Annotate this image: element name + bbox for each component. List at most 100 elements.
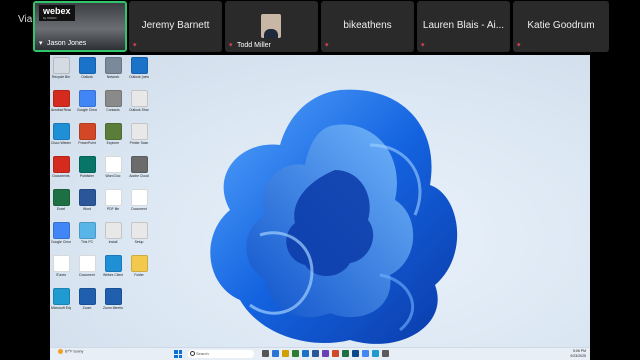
taskbar-app-icon[interactable] [362, 350, 369, 357]
search-icon [190, 351, 195, 356]
desktop-icon[interactable]: Zoom [77, 288, 97, 310]
app-icon [130, 156, 148, 173]
desktop-icon[interactable]: Recycle Bin [51, 57, 71, 79]
app-icon [52, 222, 70, 239]
desktop-icon-label: PDF file [106, 207, 120, 211]
app-icon [104, 255, 122, 272]
clock-date: 9/23/2025 [570, 353, 586, 358]
taskbar-app-icon[interactable] [372, 350, 379, 357]
desktop-icon-label: Cisco Webex [51, 141, 71, 145]
taskbar-search[interactable]: Search [188, 350, 254, 358]
app-icon [130, 123, 148, 140]
app-icon [130, 57, 148, 74]
mic-muted-icon: ▾ [229, 42, 233, 49]
desktop-icon[interactable]: Word Doc [103, 156, 123, 178]
participant-tile-self[interactable]: webex by CISCO ▾ Jason Jones [33, 1, 127, 52]
desktop-icon[interactable]: Install [103, 222, 123, 244]
desktop-icon[interactable]: Outlook Shortcut [129, 90, 149, 112]
app-icon [78, 123, 96, 140]
desktop-icon[interactable]: Outlook [77, 57, 97, 79]
app-icon [52, 255, 70, 272]
taskbar-app-icon[interactable] [342, 350, 349, 357]
mic-muted-icon: ▾ [325, 42, 329, 49]
app-icon [104, 156, 122, 173]
desktop-icon[interactable]: Adobe Cloud [129, 156, 149, 178]
start-button[interactable] [174, 350, 182, 358]
system-tray[interactable]: 5:06 PM 9/23/2025 [570, 349, 586, 358]
participant-tile[interactable]: bikeathens ▾ [321, 1, 414, 52]
desktop-icon[interactable]: Network [103, 57, 123, 79]
desktop-icon[interactable]: Webex Client [103, 255, 123, 277]
app-icon [52, 189, 70, 206]
desktop-icon[interactable]: Google Chrome [77, 90, 97, 112]
desktop-icon[interactable]: PDF file [103, 189, 123, 211]
desktop-icon-label: Zoom Meeting [103, 306, 123, 310]
desktop-icon[interactable]: Printer Scan [129, 123, 149, 145]
desktop-icon[interactable]: Google Chrome [51, 222, 71, 244]
desktop-icon[interactable]: Documents [51, 156, 71, 178]
desktop-icon[interactable]: Folder [129, 255, 149, 277]
desktop-icon-label: Explorer [106, 141, 120, 145]
desktop-icon-label: Excel [56, 207, 66, 211]
app-icon [78, 255, 96, 272]
desktop-icon-label: Documents [52, 174, 70, 178]
taskbar: 87°F Sunny Search 5:06 PM 9/23/2025 [50, 347, 590, 360]
taskbar-app-icon[interactable] [302, 350, 309, 357]
app-icon [104, 288, 122, 305]
taskbar-app-icon[interactable] [282, 350, 289, 357]
desktop-icon[interactable]: Acrobat Reader [51, 90, 71, 112]
desktop-icon-label: Contacts [106, 108, 120, 112]
taskbar-app-icon[interactable] [272, 350, 279, 357]
taskbar-app-icon[interactable] [322, 350, 329, 357]
taskbar-app-icon[interactable] [292, 350, 299, 357]
participant-photo [261, 14, 281, 38]
desktop-icon[interactable]: PowerPoint [77, 123, 97, 145]
via-label: Via [18, 14, 33, 25]
desktop-icon-label: Document [131, 207, 147, 211]
desktop-icon[interactable]: Explorer [103, 123, 123, 145]
windows-bloom-wallpaper [210, 89, 458, 344]
participant-tile[interactable]: Jeremy Barnett ▾ [129, 1, 222, 52]
mic-muted-icon: ▾ [133, 42, 137, 49]
clock-time: 5:06 PM [572, 349, 586, 353]
desktop-icon[interactable]: Setup [129, 222, 149, 244]
taskbar-app-icon[interactable] [332, 350, 339, 357]
taskbar-app-icon[interactable] [352, 350, 359, 357]
app-icon [130, 222, 148, 239]
desktop-icon[interactable]: Document [129, 189, 149, 211]
sun-icon [58, 349, 63, 354]
desktop-icon[interactable]: Excel [51, 189, 71, 211]
participant-tile[interactable]: Katie Goodrum ▾ [513, 1, 609, 52]
weather-widget[interactable]: 87°F Sunny [58, 349, 83, 354]
desktop-icon[interactable]: This PC [77, 222, 97, 244]
desktop-icon-label: Printer Scan [129, 141, 149, 145]
app-icon [52, 123, 70, 140]
desktop-icon[interactable]: Word [77, 189, 97, 211]
taskbar-app-icon[interactable] [312, 350, 319, 357]
desktop-icon-label: Webex Client [103, 273, 123, 277]
desktop-icon-label: Zoom [82, 306, 92, 310]
participant-tile[interactable]: ▾ Todd Miller [225, 1, 318, 52]
app-icon [52, 57, 70, 74]
desktop-icon-label: Document [79, 273, 95, 277]
participant-tile[interactable]: Lauren Blais - Ai... ▾ [417, 1, 510, 52]
participant-name: Jeremy Barnett [141, 20, 210, 31]
desktop-icon-label: Word [82, 207, 92, 211]
desktop-icon[interactable]: Contacts [103, 90, 123, 112]
desktop-icon[interactable]: Cisco Webex [51, 123, 71, 145]
webex-logo: webex by CISCO [39, 5, 75, 21]
desktop-icon[interactable]: Microsoft Edge [51, 288, 71, 310]
taskbar-app-icon[interactable] [382, 350, 389, 357]
app-icon [78, 156, 96, 173]
desktop-icon-label: Word Doc [105, 174, 121, 178]
desktop-icon[interactable]: Zoom Meeting [103, 288, 123, 310]
desktop-icon[interactable]: iTunes [51, 255, 71, 277]
desktop-icon[interactable]: Document [77, 255, 97, 277]
app-icon [104, 189, 122, 206]
desktop-icon-label: Folder [134, 273, 144, 277]
desktop-icon-label: Recycle Bin [52, 75, 70, 79]
desktop-icon[interactable]: Publisher [77, 156, 97, 178]
app-icon [78, 222, 96, 239]
taskbar-app-icon[interactable] [262, 350, 269, 357]
desktop-icon[interactable]: Outlook (new) [129, 57, 149, 79]
